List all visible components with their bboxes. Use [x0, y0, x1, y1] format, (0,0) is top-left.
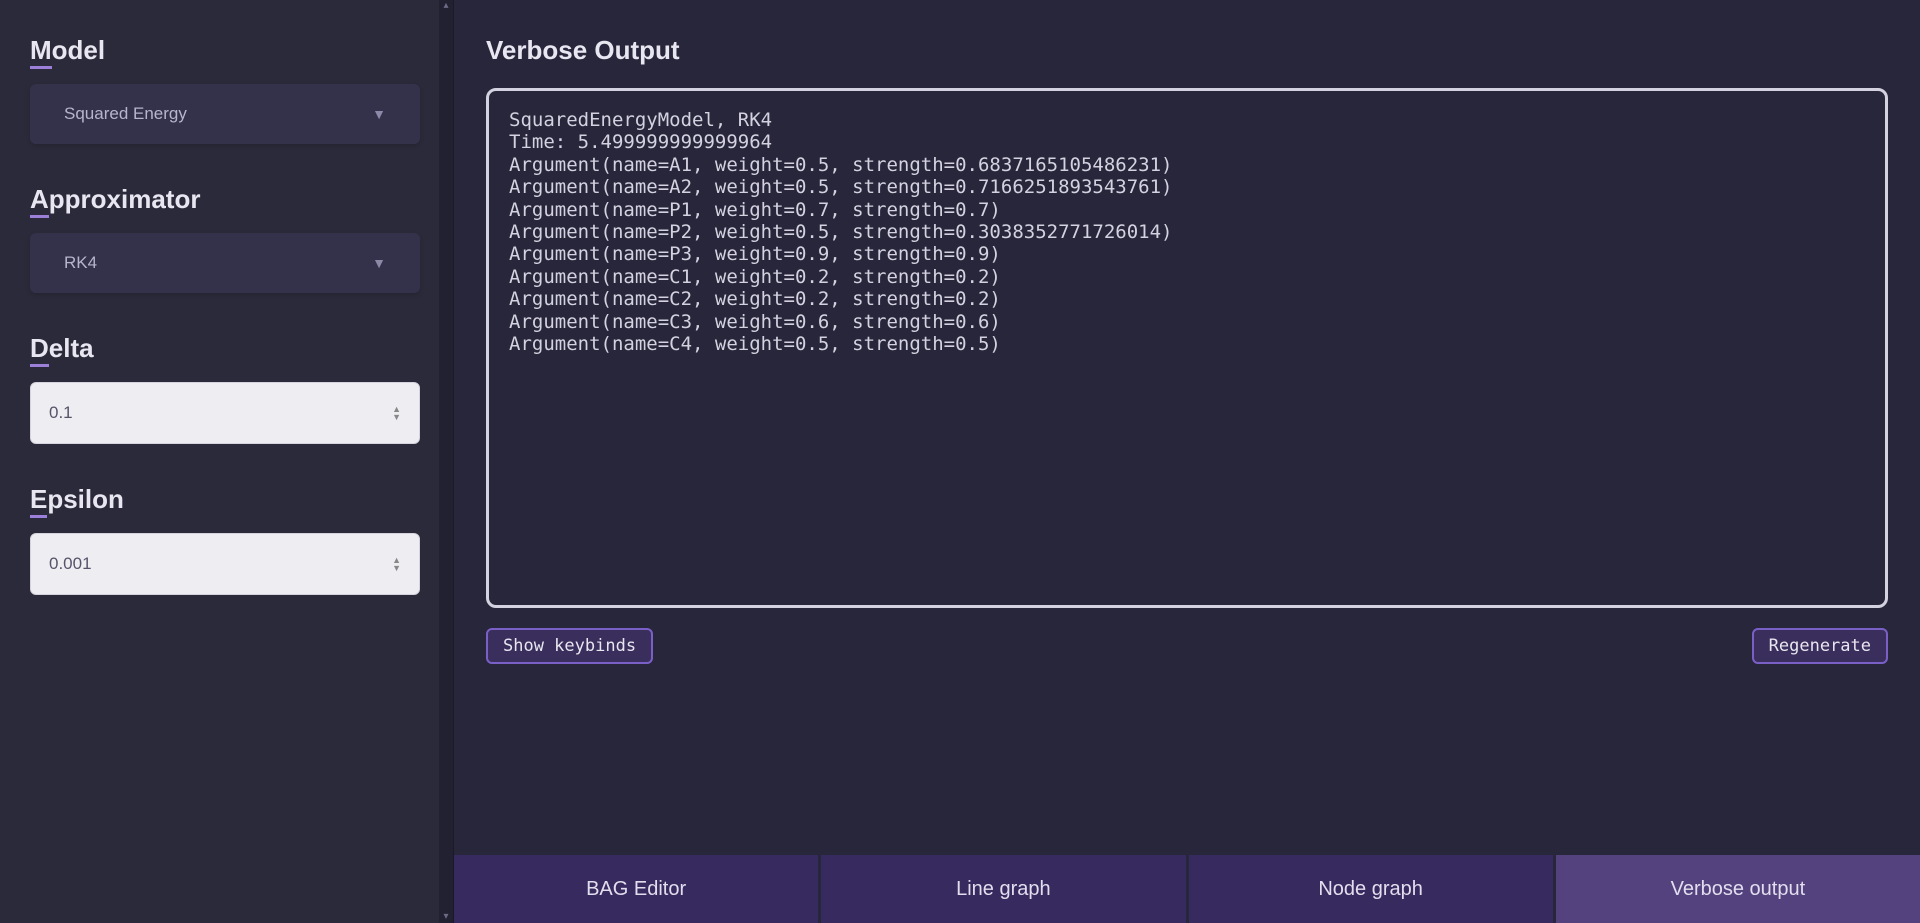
approximator-select[interactable]: RK4 ▼ [30, 233, 420, 293]
verbose-output-box: SquaredEnergyModel, RK4 Time: 5.49999999… [486, 88, 1888, 608]
tab-verbose-output[interactable]: Verbose output [1556, 855, 1920, 923]
approximator-section: Approximator RK4 ▼ [30, 184, 423, 293]
chevron-down-icon: ▼ [372, 255, 386, 271]
spinner-icon[interactable]: ▲▼ [392, 557, 401, 572]
chevron-down-icon: ▼ [372, 106, 386, 122]
epsilon-input[interactable] [49, 554, 392, 574]
model-label: Model [30, 35, 423, 66]
button-row: Show keybinds Regenerate [486, 628, 1888, 664]
page-title: Verbose Output [486, 35, 1888, 66]
scroll-down-icon[interactable]: ▾ [439, 911, 453, 923]
regenerate-button[interactable]: Regenerate [1752, 628, 1888, 664]
main-panel: Verbose Output SquaredEnergyModel, RK4 T… [454, 0, 1920, 923]
sidebar: Model Squared Energy ▼ Approximator RK4 … [0, 0, 454, 923]
approximator-select-value: RK4 [64, 253, 97, 273]
model-section: Model Squared Energy ▼ [30, 35, 423, 144]
epsilon-label: Epsilon [30, 484, 423, 515]
epsilon-input-wrapper: ▲▼ [30, 533, 420, 595]
show-keybinds-button[interactable]: Show keybinds [486, 628, 653, 664]
scroll-up-icon[interactable]: ▴ [439, 0, 453, 12]
model-select[interactable]: Squared Energy ▼ [30, 84, 420, 144]
delta-label: Delta [30, 333, 423, 364]
approximator-label: Approximator [30, 184, 423, 215]
delta-input[interactable] [49, 403, 392, 423]
tab-line-graph[interactable]: Line graph [821, 855, 1188, 923]
epsilon-section: Epsilon ▲▼ [30, 484, 423, 595]
delta-section: Delta ▲▼ [30, 333, 423, 444]
tab-bag-editor[interactable]: BAG Editor [454, 855, 821, 923]
content-area: Verbose Output SquaredEnergyModel, RK4 T… [454, 0, 1920, 855]
spinner-icon[interactable]: ▲▼ [392, 406, 401, 421]
delta-input-wrapper: ▲▼ [30, 382, 420, 444]
tabbar: BAG Editor Line graph Node graph Verbose… [454, 855, 1920, 923]
tab-node-graph[interactable]: Node graph [1189, 855, 1556, 923]
model-select-value: Squared Energy [64, 104, 187, 124]
sidebar-scrollbar[interactable]: ▴ ▾ [439, 0, 453, 923]
